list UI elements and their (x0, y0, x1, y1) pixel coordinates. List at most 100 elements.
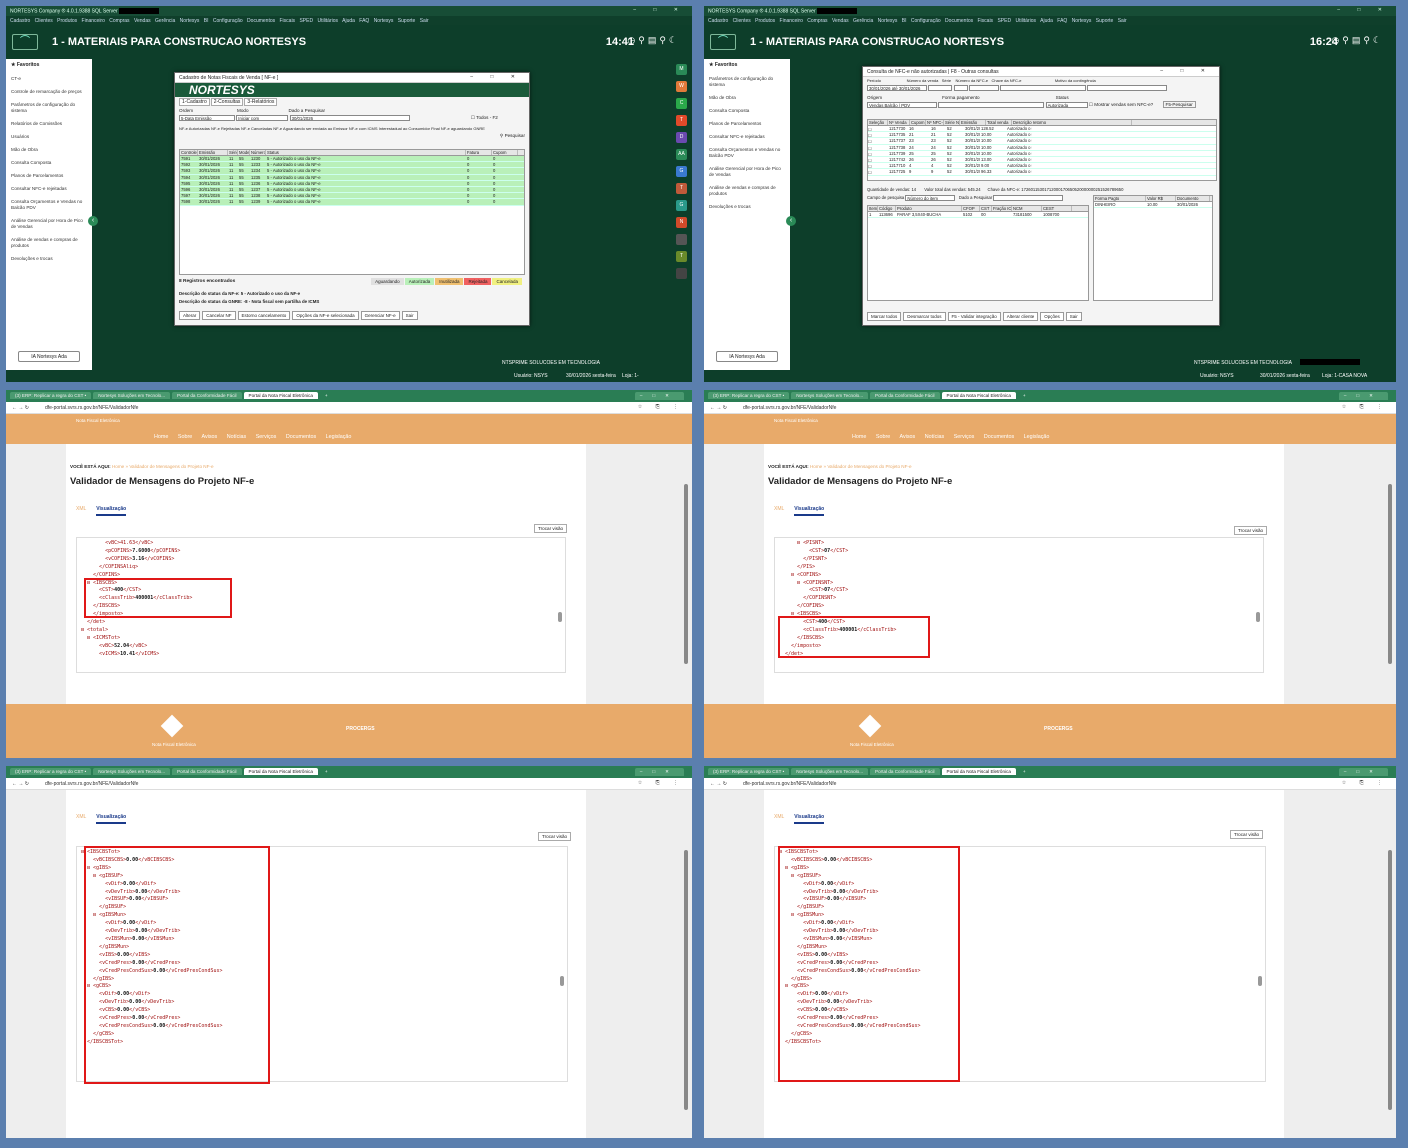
ia-ada-button[interactable]: IA Nortesys Ada (716, 351, 778, 362)
trocar-visao-button[interactable]: Trocar visão (534, 524, 568, 533)
forma-select[interactable] (938, 102, 1045, 108)
tab-3[interactable]: 3-Relatórios (244, 98, 278, 106)
dialog-button[interactable]: Marcar todos (867, 312, 902, 321)
nortesys-logo[interactable]: ⌒ (12, 34, 38, 50)
pesquisar-button[interactable]: ⚲ Pesquisar (175, 132, 529, 140)
dock-app-icon[interactable]: C (676, 98, 687, 109)
site-menu[interactable]: Home Sobre Avisos Notícias Serviços Docu… (852, 434, 1049, 440)
url-input[interactable]: dfe-portal.svrs.rs.gov.br/NFE/ValidadorN… (45, 781, 138, 787)
dialog-button[interactable]: Sair (1065, 312, 1082, 321)
sidebar-item[interactable]: Análise de vendas e compras de produtos (709, 185, 785, 197)
nav-arrows-icon[interactable]: ← → ↻ (12, 781, 29, 787)
browser-tab[interactable]: Portal da Conformidade Fácil (870, 392, 940, 399)
window-controls[interactable]: –□✕ (634, 768, 684, 776)
sidebar-item[interactable]: Devoluções e trocas (11, 256, 87, 262)
browser-toolbar-icons[interactable]: ☆ ⎘ ⋮ (638, 404, 684, 410)
window-controls[interactable]: –□✕ (634, 392, 684, 400)
sidebar-item[interactable]: Análise Gerencial por Hora de Pico de Ve… (709, 166, 785, 178)
dock-app-icon[interactable]: D (676, 132, 687, 143)
sidebar-item[interactable]: Devoluções e trocas (709, 204, 785, 210)
column-header[interactable]: Item (868, 206, 878, 211)
sidebar-item[interactable]: Usuários (11, 134, 87, 140)
menu-bar[interactable]: Cadastro Clientes Produtos Financeiro Co… (6, 16, 692, 25)
table-row[interactable]: 1 113696 PARAF 3,5X40-BUCHA 5102 00 73181500 1… (868, 212, 1088, 219)
collapse-sidebar-icon[interactable]: ‹ (88, 216, 98, 226)
new-tab-icon[interactable]: + (1018, 392, 1031, 399)
xml-scrollbar[interactable] (560, 975, 564, 986)
nortesys-logo[interactable]: ⌒ (710, 34, 736, 50)
dialog-button[interactable]: Gerenciar NF-e (360, 311, 400, 320)
dialog-button[interactable]: Cancelar NF (202, 311, 236, 320)
url-input[interactable]: dfe-portal.svrs.rs.gov.br/NFE/ValidadorN… (743, 781, 836, 787)
nav-arrows-icon[interactable]: ← → ↻ (710, 405, 727, 411)
menu-bar[interactable]: Cadastro Clientes Produtos Financeiro Co… (704, 16, 1396, 25)
column-header[interactable]: Valor R$ (1146, 196, 1176, 201)
dock-app-icon[interactable]: M (676, 64, 687, 75)
tab-xml[interactable]: XML (774, 814, 784, 820)
nav-arrows-icon[interactable]: ← → ↻ (710, 781, 727, 787)
browser-toolbar-icons[interactable]: ☆ ⎘ ⋮ (1342, 780, 1388, 786)
column-header[interactable]: Seleção (868, 120, 888, 125)
column-header[interactable]: Total venda (986, 120, 1012, 125)
browser-tab[interactable]: Portal da Nota Fiscal Eletrônica (941, 392, 1016, 399)
sidebar-item[interactable]: Relatórios de Comissões (11, 121, 87, 127)
browser-tab[interactable]: Nortesys Soluções em Tecnolo... (93, 768, 171, 775)
nfce-grid[interactable]: SeleçãoNº VendaCupomNº NFC-eSérie NFC-eE… (867, 119, 1217, 181)
xml-scrollbar[interactable] (558, 611, 562, 622)
column-header[interactable]: Status (266, 150, 466, 155)
select-checkbox[interactable]: ☐ (868, 139, 888, 144)
sidebar-item[interactable]: Planos de Parcelamentos (709, 121, 785, 127)
table-row[interactable]: ☐1217725995230/01/202696.33Autorizado o … (868, 169, 1216, 176)
column-header[interactable]: CFOP (962, 206, 980, 211)
browser-tab[interactable]: (3) ERP: Replicar a regra do CST • (708, 768, 790, 775)
favorites-header[interactable]: ★ Favoritos (11, 62, 87, 68)
page-scrollbar[interactable] (1388, 484, 1392, 664)
status-select[interactable]: Autorizada (1045, 102, 1088, 108)
sidebar-item[interactable]: Parâmetros de configuração do sistema (11, 102, 87, 114)
dado-input[interactable]: 30/01/2026 (289, 115, 410, 121)
select-checkbox[interactable]: ☐ (868, 146, 888, 151)
dock-app-icon[interactable]: T (676, 115, 687, 126)
browser-tab[interactable]: Portal da Conformidade Fácil (172, 768, 242, 775)
dock-app-icon[interactable]: G (676, 200, 687, 211)
tab-xml[interactable]: XML (76, 814, 86, 820)
trocar-visao-button[interactable]: Trocar visão (538, 832, 572, 841)
column-header[interactable]: Nº Venda (888, 120, 910, 125)
items-grid[interactable]: ItemCódigoProdutoCFOPCSTFração ICMSNCMCE… (867, 205, 1089, 301)
sidebar-item[interactable]: Consultar NFC-e rejeitadas (709, 134, 785, 140)
dialog-button[interactable]: Alterar cliente (1002, 312, 1039, 321)
table-row[interactable]: 7598 30/01/2026 11 55 1239 5 - Autorizado o u… (180, 199, 524, 206)
new-tab-icon[interactable]: + (320, 392, 333, 399)
window-controls[interactable]: – □ ✕ (633, 7, 686, 13)
origem-select[interactable]: Vendas Balcão / PDV (867, 102, 937, 108)
dialog-button[interactable]: Estorno cancelamento (237, 311, 291, 320)
header-icons[interactable]: ◷⚲▤⚲☾ (1331, 35, 1384, 46)
header-icons[interactable]: ◷⚲▤⚲☾ (627, 35, 680, 46)
column-header[interactable]: Cupom (910, 120, 926, 125)
crumb-path[interactable]: Home » Validador de Mensagens do Projeto… (810, 464, 912, 469)
xml-scrollbar[interactable] (1258, 975, 1262, 986)
browser-tab[interactable]: Portal da Nota Fiscal Eletrônica (243, 392, 318, 399)
dialog-button[interactable]: Opções da NF-e selecionada (292, 311, 359, 320)
tab-1[interactable]: 1-Cadastro (179, 98, 210, 106)
dialog-button[interactable]: Sair (401, 311, 418, 320)
browser-toolbar-icons[interactable]: ☆ ⎘ ⋮ (638, 780, 684, 786)
column-header[interactable]: CST (980, 206, 992, 211)
sidebar-item[interactable]: Controle de remarcação de preços (11, 89, 87, 95)
dock-app-icon[interactable]: AA (676, 149, 687, 160)
dialog-button[interactable]: Alterar (179, 311, 201, 320)
page-scrollbar[interactable] (1388, 850, 1392, 1110)
column-header[interactable]: Produto (896, 206, 962, 211)
column-header[interactable]: Descrição retorno (1012, 120, 1132, 125)
site-menu[interactable]: Home Sobre Avisos Notícias Serviços Docu… (154, 434, 351, 440)
xml-scrollbar[interactable] (1256, 611, 1260, 622)
column-header[interactable]: Modelo (238, 150, 250, 155)
browser-tab[interactable]: (3) ERP: Replicar a regra do CST • (708, 392, 790, 399)
nfe-grid[interactable]: ControleEmissãoSérieModeloNúmeroStatusFa… (179, 149, 525, 275)
payments-grid[interactable]: Forma Pagto Valor R$ Documento DINHEIRO 10.0… (1093, 195, 1213, 301)
column-header[interactable]: Controle (180, 150, 198, 155)
sidebar-item[interactable]: CT-e (11, 76, 87, 82)
column-header[interactable]: Cupom (492, 150, 518, 155)
tab-visualizacao[interactable]: Visualização (794, 506, 825, 516)
dock-app-icon[interactable]: W (676, 81, 687, 92)
